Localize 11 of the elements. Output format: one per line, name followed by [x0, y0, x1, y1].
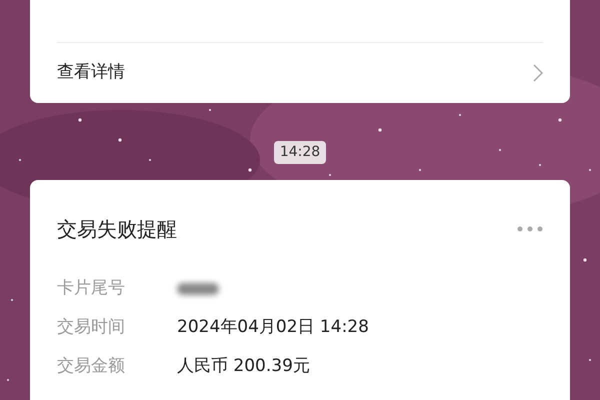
field-value: 2024年04月02日 14:28 — [177, 316, 369, 340]
timestamp: 14:28 — [274, 141, 326, 164]
field-label: 交易金额 — [57, 355, 126, 378]
field-label: 交易时间 — [57, 316, 126, 340]
field-value: 人民币 200.39元 — [177, 355, 310, 378]
redacted-value — [177, 283, 219, 295]
card-title: 交易失败提醒 — [57, 216, 177, 243]
details-link[interactable]: 查看详情 — [30, 43, 570, 103]
chevron-right-icon — [533, 64, 543, 82]
more-icon[interactable] — [517, 226, 543, 232]
field-label: 卡片尾号 — [57, 277, 126, 300]
